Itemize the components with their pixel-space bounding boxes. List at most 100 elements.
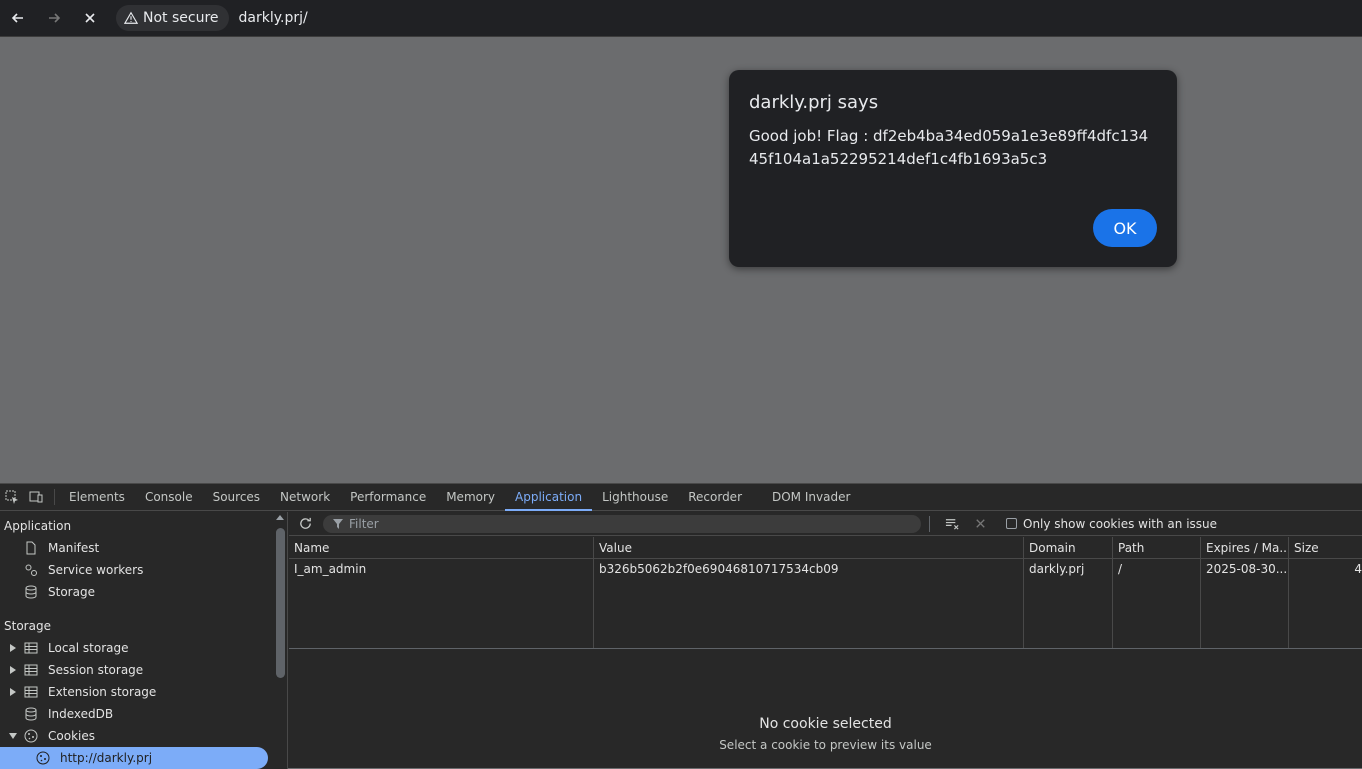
cookies-table: Name Value Domain Path Expires / Ma... S… [289, 537, 1362, 649]
close-icon [85, 13, 95, 23]
only-issues-checkbox[interactable] [1006, 518, 1017, 529]
sidebar-item-label: http://darkly.prj [60, 751, 153, 765]
clear-filtered-cookies-button[interactable] [940, 513, 964, 535]
cell-value: b326b5062b2f0e69046810717534cb09 [594, 559, 1024, 579]
column-divider [1112, 559, 1113, 648]
sidebar-item-label: Session storage [48, 663, 144, 677]
security-chip[interactable]: Not secure [116, 5, 229, 31]
cell-path: / [1113, 559, 1201, 579]
database-icon [22, 706, 40, 722]
tab-elements[interactable]: Elements [59, 484, 135, 510]
column-header-domain[interactable]: Domain [1024, 537, 1113, 558]
empty-state-title: No cookie selected [759, 716, 892, 732]
sidebar-item-manifest[interactable]: Manifest [0, 537, 287, 559]
table-icon [22, 640, 40, 656]
gears-icon [22, 562, 40, 578]
sidebar-item-cookies[interactable]: Cookies [0, 725, 287, 747]
address-bar[interactable]: Not secure darkly.prj/ [116, 4, 308, 32]
refresh-icon [299, 517, 311, 529]
inspect-icon [5, 490, 18, 504]
cookies-toolbar: Filter Only show cookies with an issue [289, 512, 1362, 536]
tab-console[interactable]: Console [135, 484, 203, 510]
stop-button[interactable] [72, 5, 108, 31]
sidebar-item-label: Cookies [48, 729, 95, 743]
sidebar-item-label: Local storage [48, 641, 129, 655]
alert-dialog: darkly.prj says Good job! Flag : df2eb4b… [729, 70, 1177, 267]
application-sidebar: Application Manifest Service workers Sto… [0, 512, 288, 769]
column-divider [1288, 559, 1289, 648]
filter-icon [333, 518, 343, 529]
sidebar-item-label: IndexedDB [48, 707, 114, 721]
empty-state-subtitle: Select a cookie to preview its value [719, 738, 932, 752]
column-header-path[interactable]: Path [1113, 537, 1201, 558]
cookies-panel: Filter Only show cookies with an issue N… [289, 512, 1362, 769]
devtools-tabbar: Elements Console Sources Network Perform… [0, 484, 1362, 511]
sidebar-item-storage[interactable]: Storage [0, 581, 287, 603]
file-icon [22, 540, 40, 556]
tab-dom-invader[interactable]: DOM Invader [762, 484, 860, 510]
sidebar-item-cookie-origin[interactable]: http://darkly.prj [0, 747, 268, 769]
device-toolbar-button[interactable] [24, 484, 48, 510]
tab-separator [54, 489, 55, 505]
scroll-up-arrow[interactable] [276, 515, 284, 520]
tab-performance[interactable]: Performance [340, 484, 436, 510]
cookie-preview-empty: No cookie selected Select a cookie to pr… [289, 652, 1362, 769]
sidebar-item-session-storage[interactable]: Session storage [0, 659, 287, 681]
url-text[interactable]: darkly.prj/ [239, 10, 308, 26]
sidebar-item-service-workers[interactable]: Service workers [0, 559, 287, 581]
filter-placeholder: Filter [349, 516, 379, 531]
tab-recorder[interactable]: Recorder [678, 484, 752, 510]
toolbar-separator [929, 515, 930, 532]
database-icon [22, 584, 40, 600]
filter-input[interactable]: Filter [323, 514, 921, 533]
ok-button[interactable]: OK [1093, 209, 1157, 247]
sidebar-item-indexeddb[interactable]: IndexedDB [0, 703, 287, 725]
column-header-expires[interactable]: Expires / Ma... [1201, 537, 1289, 558]
clear-list-icon [945, 519, 959, 530]
table-header: Name Value Domain Path Expires / Ma... S… [289, 537, 1362, 559]
sidebar-item-label: Extension storage [48, 685, 157, 699]
tab-application[interactable]: Application [505, 484, 593, 511]
column-header-size[interactable]: Size [1289, 537, 1362, 558]
tab-memory[interactable]: Memory [436, 484, 505, 510]
tab-network[interactable]: Network [270, 484, 340, 510]
table-row[interactable]: I_am_admin b326b5062b2f0e69046810717534c… [289, 559, 1362, 579]
collapse-triangle-icon[interactable] [8, 733, 18, 739]
devtools-panel: Elements Console Sources Network Perform… [0, 483, 1362, 769]
cell-name: I_am_admin [289, 559, 594, 579]
table-icon [22, 684, 40, 700]
column-divider [593, 559, 594, 648]
column-divider [1200, 559, 1201, 648]
dialog-title: darkly.prj says [749, 92, 879, 113]
expand-triangle-icon[interactable] [8, 688, 18, 696]
close-icon [975, 519, 985, 528]
column-header-value[interactable]: Value [594, 537, 1024, 558]
security-label: Not secure [143, 10, 219, 26]
refresh-button[interactable] [293, 513, 317, 535]
sidebar-item-label: Manifest [48, 541, 100, 555]
back-button[interactable] [0, 5, 36, 31]
page-viewport: darkly.prj says Good job! Flag : df2eb4b… [0, 37, 1362, 483]
section-header-storage: Storage [4, 619, 51, 633]
sidebar-item-local-storage[interactable]: Local storage [0, 637, 287, 659]
table-icon [22, 662, 40, 678]
only-issues-label: Only show cookies with an issue [1023, 516, 1218, 531]
delete-selected-button[interactable] [968, 513, 992, 535]
tab-sources[interactable]: Sources [203, 484, 270, 510]
section-header-application: Application [4, 519, 72, 533]
forward-button[interactable] [36, 5, 72, 31]
cell-size: 4 [1354, 562, 1362, 576]
sidebar-item-extension-storage[interactable]: Extension storage [0, 681, 287, 703]
cell-expires: 2025-08-30... [1201, 559, 1289, 579]
tab-lighthouse[interactable]: Lighthouse [592, 484, 678, 510]
device-icon [29, 491, 43, 503]
sidebar-item-label: Storage [48, 585, 95, 599]
arrow-left-icon [11, 13, 23, 23]
sidebar-item-label: Service workers [48, 563, 144, 577]
column-header-name[interactable]: Name [289, 537, 594, 558]
arrow-right-icon [49, 13, 61, 23]
expand-triangle-icon[interactable] [8, 666, 18, 674]
expand-triangle-icon[interactable] [8, 644, 18, 652]
inspect-element-button[interactable] [0, 484, 24, 510]
cookie-icon [34, 750, 52, 766]
